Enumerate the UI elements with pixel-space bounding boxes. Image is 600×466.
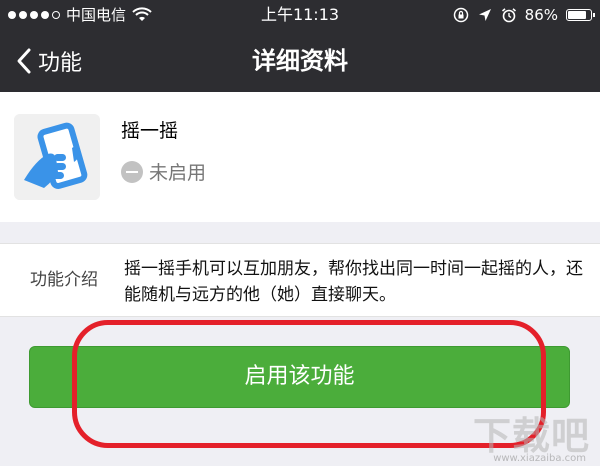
- page-title: 详细资料: [252, 47, 348, 75]
- battery-level: [568, 11, 587, 19]
- feature-intro-row: 功能介绍 摇一摇手机可以互加朋友，帮你找出同一时间一起摇的人，还能随机与远方的他…: [0, 243, 600, 317]
- phone-shake-icon: [14, 114, 100, 200]
- intro-text: 摇一摇手机可以互加朋友，帮你找出同一时间一起摇的人，还能随机与远方的他（她）直接…: [124, 259, 583, 305]
- battery-icon: [566, 9, 595, 21]
- alarm-icon: [501, 8, 516, 23]
- watermark-logo: 下载吧: [472, 414, 590, 458]
- status-text: 未启用: [149, 162, 207, 184]
- status-right: 86%: [453, 0, 595, 30]
- battery-percent: 86%: [524, 6, 558, 24]
- watermark-url: www.xiazaiba.com: [493, 453, 586, 464]
- enable-feature-button[interactable]: 启用该功能: [29, 346, 570, 408]
- nav-bar: 功能 详细资料: [0, 30, 600, 92]
- feature-name: 摇一摇: [121, 120, 179, 142]
- status-bar: 中国电信 上午11:13 86%: [0, 0, 600, 30]
- lock-rotation-icon: [453, 7, 468, 23]
- intro-label: 功能介绍: [30, 270, 98, 290]
- disabled-icon: [121, 160, 143, 183]
- header: 中国电信 上午11:13 86% 功能 详细资料: [0, 0, 600, 92]
- feature-status: 未启用: [121, 158, 206, 185]
- location-arrow-icon: [478, 9, 491, 21]
- feature-profile-card: 摇一摇 未启用: [0, 92, 600, 222]
